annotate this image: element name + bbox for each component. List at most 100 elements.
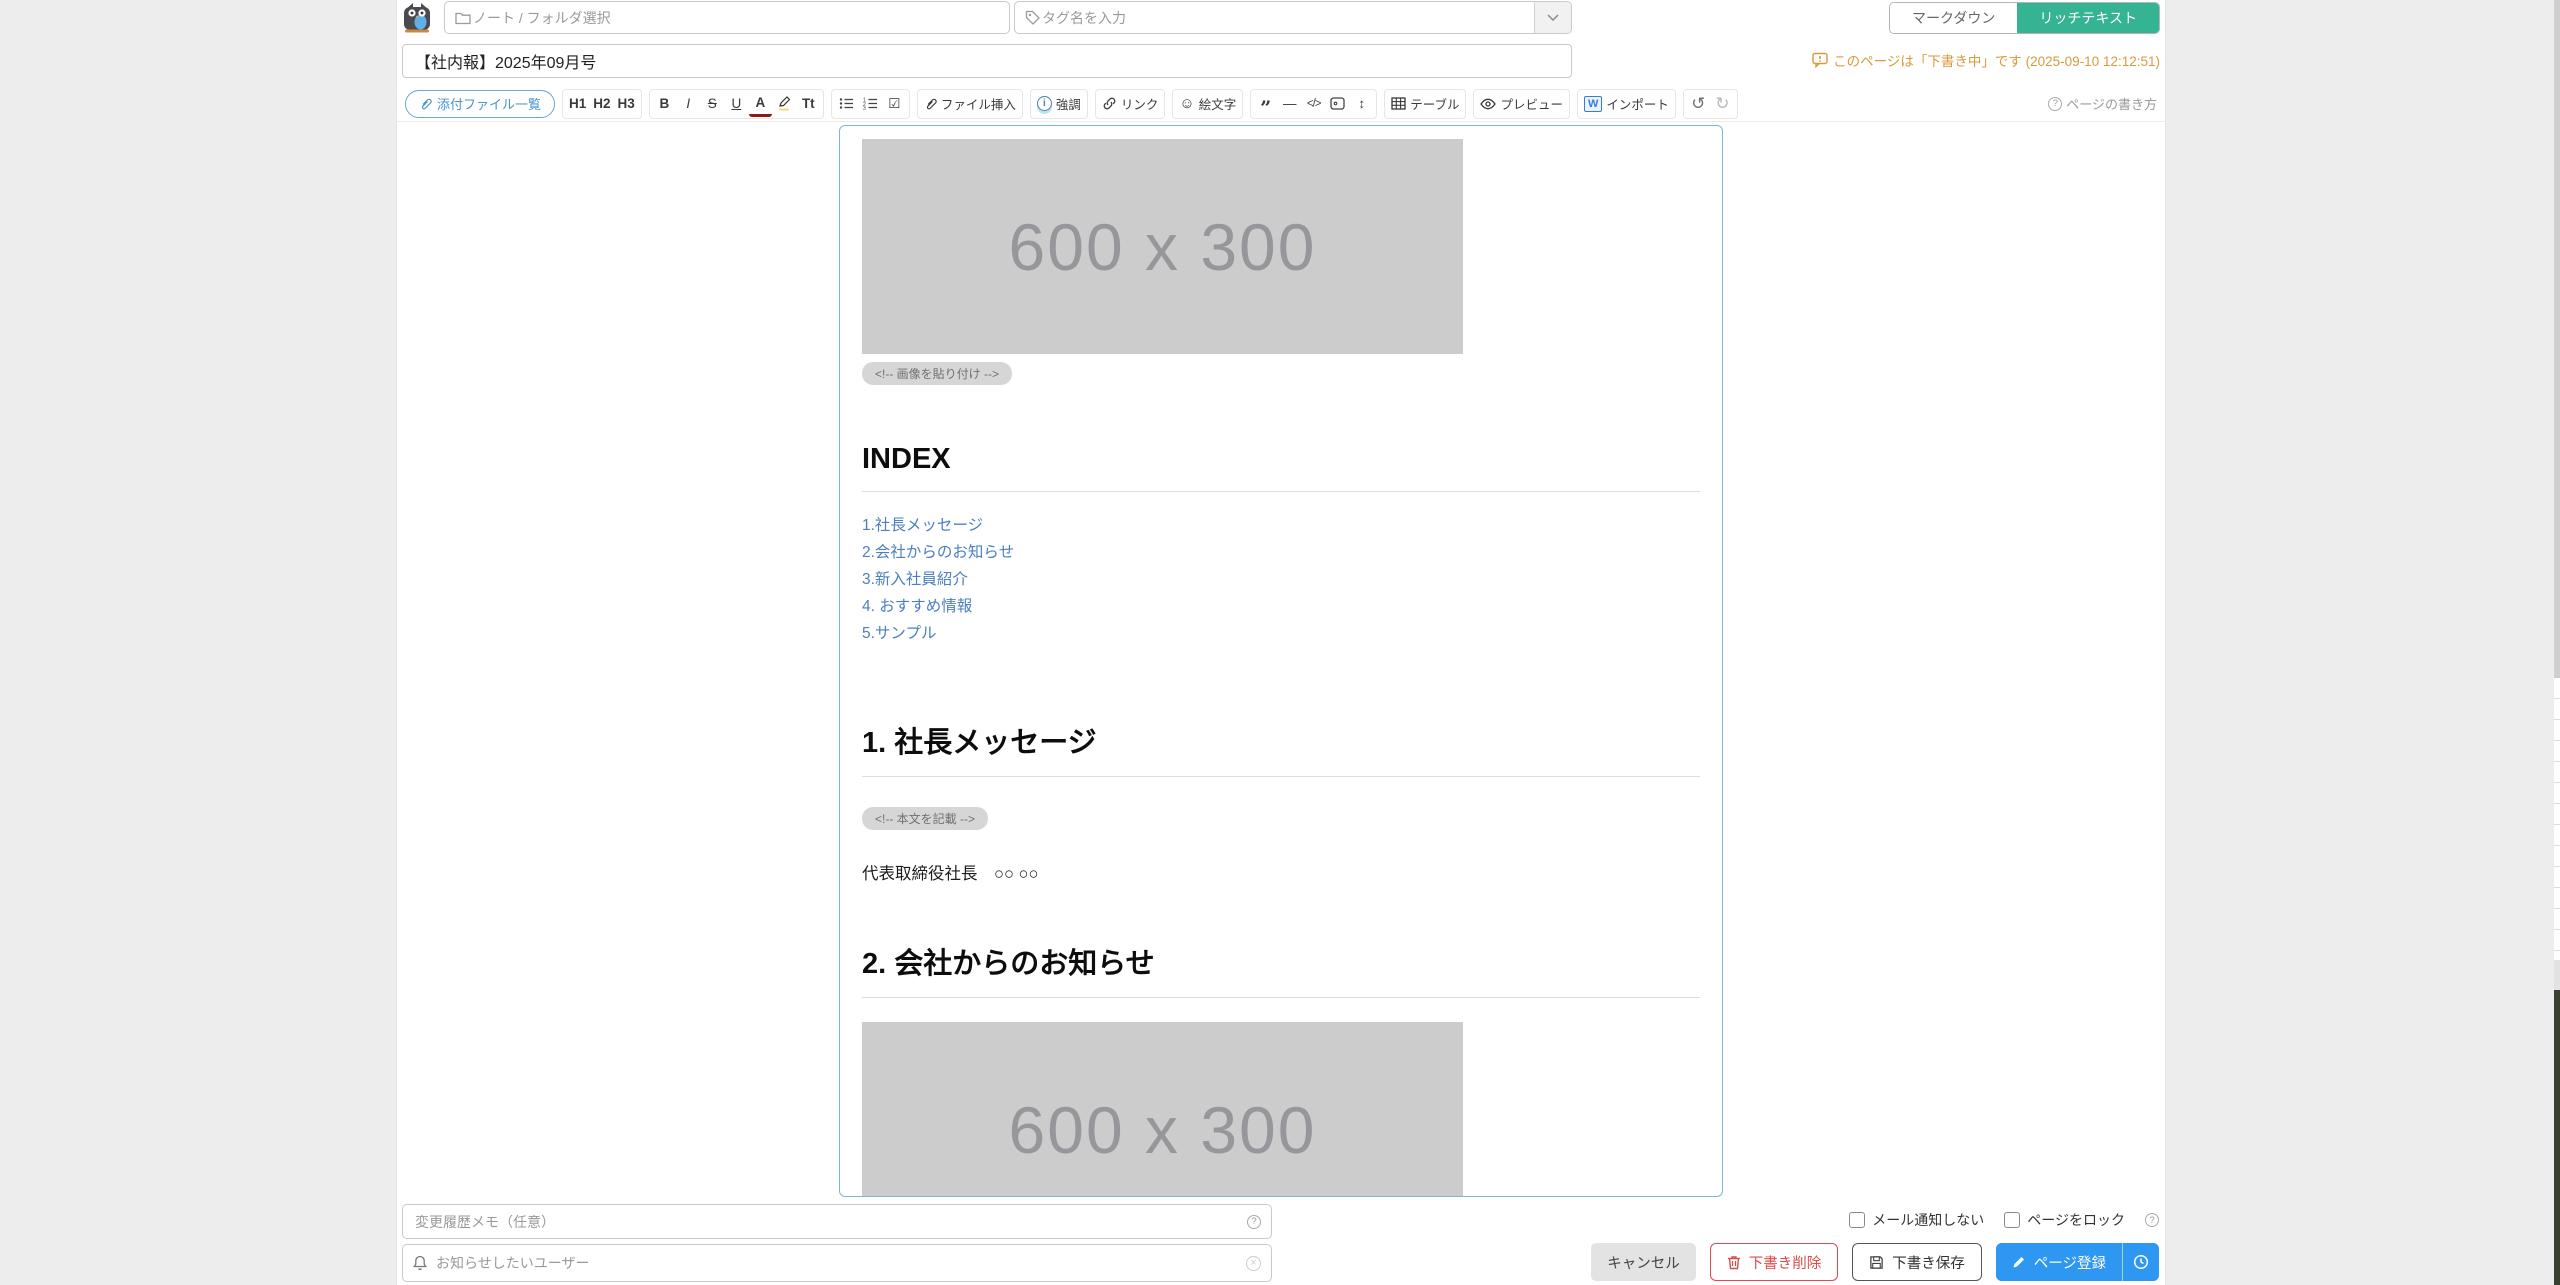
font-size-button[interactable]: Tt: [797, 91, 820, 117]
italic-button[interactable]: I: [677, 91, 700, 117]
horizontal-rule-icon[interactable]: —: [1278, 91, 1301, 117]
undo-icon[interactable]: ↺: [1687, 91, 1710, 117]
register-page-button[interactable]: ページ登録: [1996, 1243, 2122, 1281]
table-button[interactable]: テーブル: [1384, 89, 1466, 119]
note-folder-select[interactable]: [444, 1, 1010, 34]
index-heading: INDEX: [862, 443, 1700, 492]
section1-heading: 1. 社長メッセージ: [862, 719, 1700, 777]
index-link-5[interactable]: 5.サンプル: [862, 620, 1700, 647]
blockquote-icon[interactable]: ”: [1254, 91, 1277, 117]
redo-icon[interactable]: ↻: [1711, 91, 1734, 117]
history-group: ↺ ↻: [1683, 89, 1738, 119]
index-link-list: 1.社長メッセージ 2.会社からのお知らせ 3.新入社員紹介 4. おすすめ情報…: [862, 512, 1700, 647]
line-spacing-icon[interactable]: ↕: [1350, 91, 1373, 117]
tag-dropdown-button[interactable]: [1534, 2, 1571, 33]
app-logo-owl-icon[interactable]: [402, 2, 432, 34]
placeholder-image-2: 600 x 300: [862, 1022, 1463, 1197]
strikethrough-button[interactable]: S: [701, 91, 724, 117]
tag-icon: [1025, 10, 1040, 25]
checkbox-icon[interactable]: [1849, 1212, 1865, 1228]
word-import-button[interactable]: W インポート: [1577, 89, 1676, 119]
bold-button[interactable]: B: [653, 91, 676, 117]
tag-input[interactable]: [1040, 9, 1528, 27]
draft-status: このページは「下書き中」です (2025-09-10 12:12:51): [1812, 50, 2160, 70]
notify-users-field[interactable]: ×: [402, 1244, 1272, 1282]
preview-button[interactable]: プレビュー: [1473, 89, 1570, 119]
question-circle-icon: ?: [2048, 97, 2062, 111]
file-insert-button[interactable]: ファイル挿入: [917, 89, 1023, 119]
index-link-4[interactable]: 4. おすすめ情報: [862, 593, 1700, 620]
richtext-editor-area[interactable]: 600 x 300 <!-- 画像を貼り付け --> INDEX 1.社長メッセ…: [839, 125, 1723, 1197]
pencil-icon: [2012, 1255, 2026, 1269]
history-memo-field[interactable]: ?: [402, 1204, 1272, 1239]
table-icon: [1391, 97, 1406, 110]
link-button[interactable]: リンク: [1095, 89, 1166, 119]
clear-circle-icon[interactable]: ×: [1246, 1256, 1261, 1271]
lock-page-checkbox[interactable]: ページをロック: [2004, 1210, 2125, 1230]
checkbox-list-icon[interactable]: ☑: [883, 91, 906, 117]
delete-draft-button[interactable]: 下書き削除: [1710, 1243, 1839, 1281]
tag-field[interactable]: [1014, 1, 1572, 34]
clock-icon: [2133, 1254, 2149, 1270]
smiley-icon: ☺: [1179, 95, 1194, 112]
lock-help-icon[interactable]: ?: [2145, 1213, 2159, 1227]
page-title-input[interactable]: [402, 44, 1572, 78]
memo-help-icon[interactable]: ?: [1247, 1215, 1261, 1229]
list-group: 123 ☑: [831, 89, 910, 119]
chevron-down-icon: [1547, 14, 1559, 21]
mode-richtext-button[interactable]: リッチテキスト: [2017, 3, 2159, 33]
block-elements-group: ” — </> ↕: [1250, 89, 1377, 119]
word-icon: W: [1584, 96, 1602, 112]
page-writing-help-link[interactable]: ? ページの書き方: [2048, 94, 2157, 113]
action-buttons: キャンセル 下書き削除 下書き保存 ページ登録: [1591, 1243, 2159, 1281]
index-link-3[interactable]: 3.新入社員紹介: [862, 566, 1700, 593]
edit-mode-toggle: マークダウン リッチテキスト: [1889, 2, 2160, 34]
placeholder-image-1: 600 x 300: [862, 139, 1463, 354]
h2-button[interactable]: H2: [590, 91, 613, 117]
info-circle-icon: i: [1037, 96, 1052, 111]
write-body-comment-badge: <!-- 本文を記載 -->: [862, 807, 988, 830]
highlighter-pen-icon[interactable]: [773, 91, 796, 117]
register-button-group: ページ登録: [1996, 1243, 2159, 1281]
folder-icon: [455, 11, 471, 25]
font-color-button[interactable]: A: [749, 91, 772, 117]
editor-toolbar: 添付ファイル一覧 H1 H2 H3 B I S U A Tt 123 ☑: [397, 86, 2165, 122]
emphasis-button[interactable]: i 強調: [1030, 89, 1088, 119]
trash-icon: [1727, 1255, 1741, 1270]
ordered-list-icon[interactable]: 123: [859, 91, 882, 117]
code-block-icon[interactable]: [1326, 91, 1349, 117]
link-icon: [1102, 96, 1117, 111]
cancel-button[interactable]: キャンセル: [1591, 1243, 1696, 1281]
publish-options: メール通知しない ページをロック ?: [1849, 1210, 2159, 1230]
h3-button[interactable]: H3: [615, 91, 638, 117]
notify-users-input[interactable]: [434, 1254, 1239, 1272]
emoji-button[interactable]: ☺ 絵文字: [1172, 89, 1243, 119]
index-link-1[interactable]: 1.社長メッセージ: [862, 512, 1700, 539]
paperclip-icon: [924, 97, 937, 111]
section2-heading: 2. 会社からのお知らせ: [862, 940, 1700, 998]
index-link-2[interactable]: 2.会社からのお知らせ: [862, 539, 1700, 566]
format-group: B I S U A Tt: [649, 89, 824, 119]
schedule-clock-button[interactable]: [2122, 1243, 2159, 1281]
checkbox-icon[interactable]: [2004, 1212, 2020, 1228]
note-folder-input[interactable]: [471, 9, 999, 27]
h1-button[interactable]: H1: [566, 91, 589, 117]
history-memo-input[interactable]: [413, 1213, 1240, 1231]
underline-button[interactable]: U: [725, 91, 748, 117]
no-email-checkbox[interactable]: メール通知しない: [1849, 1210, 1984, 1230]
president-signature: 代表取締役社長 ○○ ○○: [862, 860, 1700, 884]
paste-image-comment-badge: <!-- 画像を貼り付け -->: [862, 362, 1012, 385]
save-draft-button[interactable]: 下書き保存: [1852, 1243, 1982, 1281]
paperclip-icon: [419, 97, 432, 111]
background-window-edge: [2554, 0, 2560, 1285]
app-panel: マークダウン リッチテキスト このページは「下書き中」です (2025-09-1…: [396, 0, 2166, 1285]
code-icon[interactable]: </>: [1302, 91, 1325, 117]
draft-status-text: このページは「下書き中」です (2025-09-10 12:12:51): [1833, 50, 2160, 70]
attachments-list-button[interactable]: 添付ファイル一覧: [405, 90, 555, 118]
bullet-list-icon[interactable]: [835, 91, 858, 117]
eye-icon: [1480, 98, 1496, 110]
draft-bubble-icon: [1812, 52, 1828, 68]
heading-group: H1 H2 H3: [562, 89, 642, 119]
svg-text:3: 3: [863, 106, 866, 110]
mode-markdown-button[interactable]: マークダウン: [1890, 3, 2017, 33]
